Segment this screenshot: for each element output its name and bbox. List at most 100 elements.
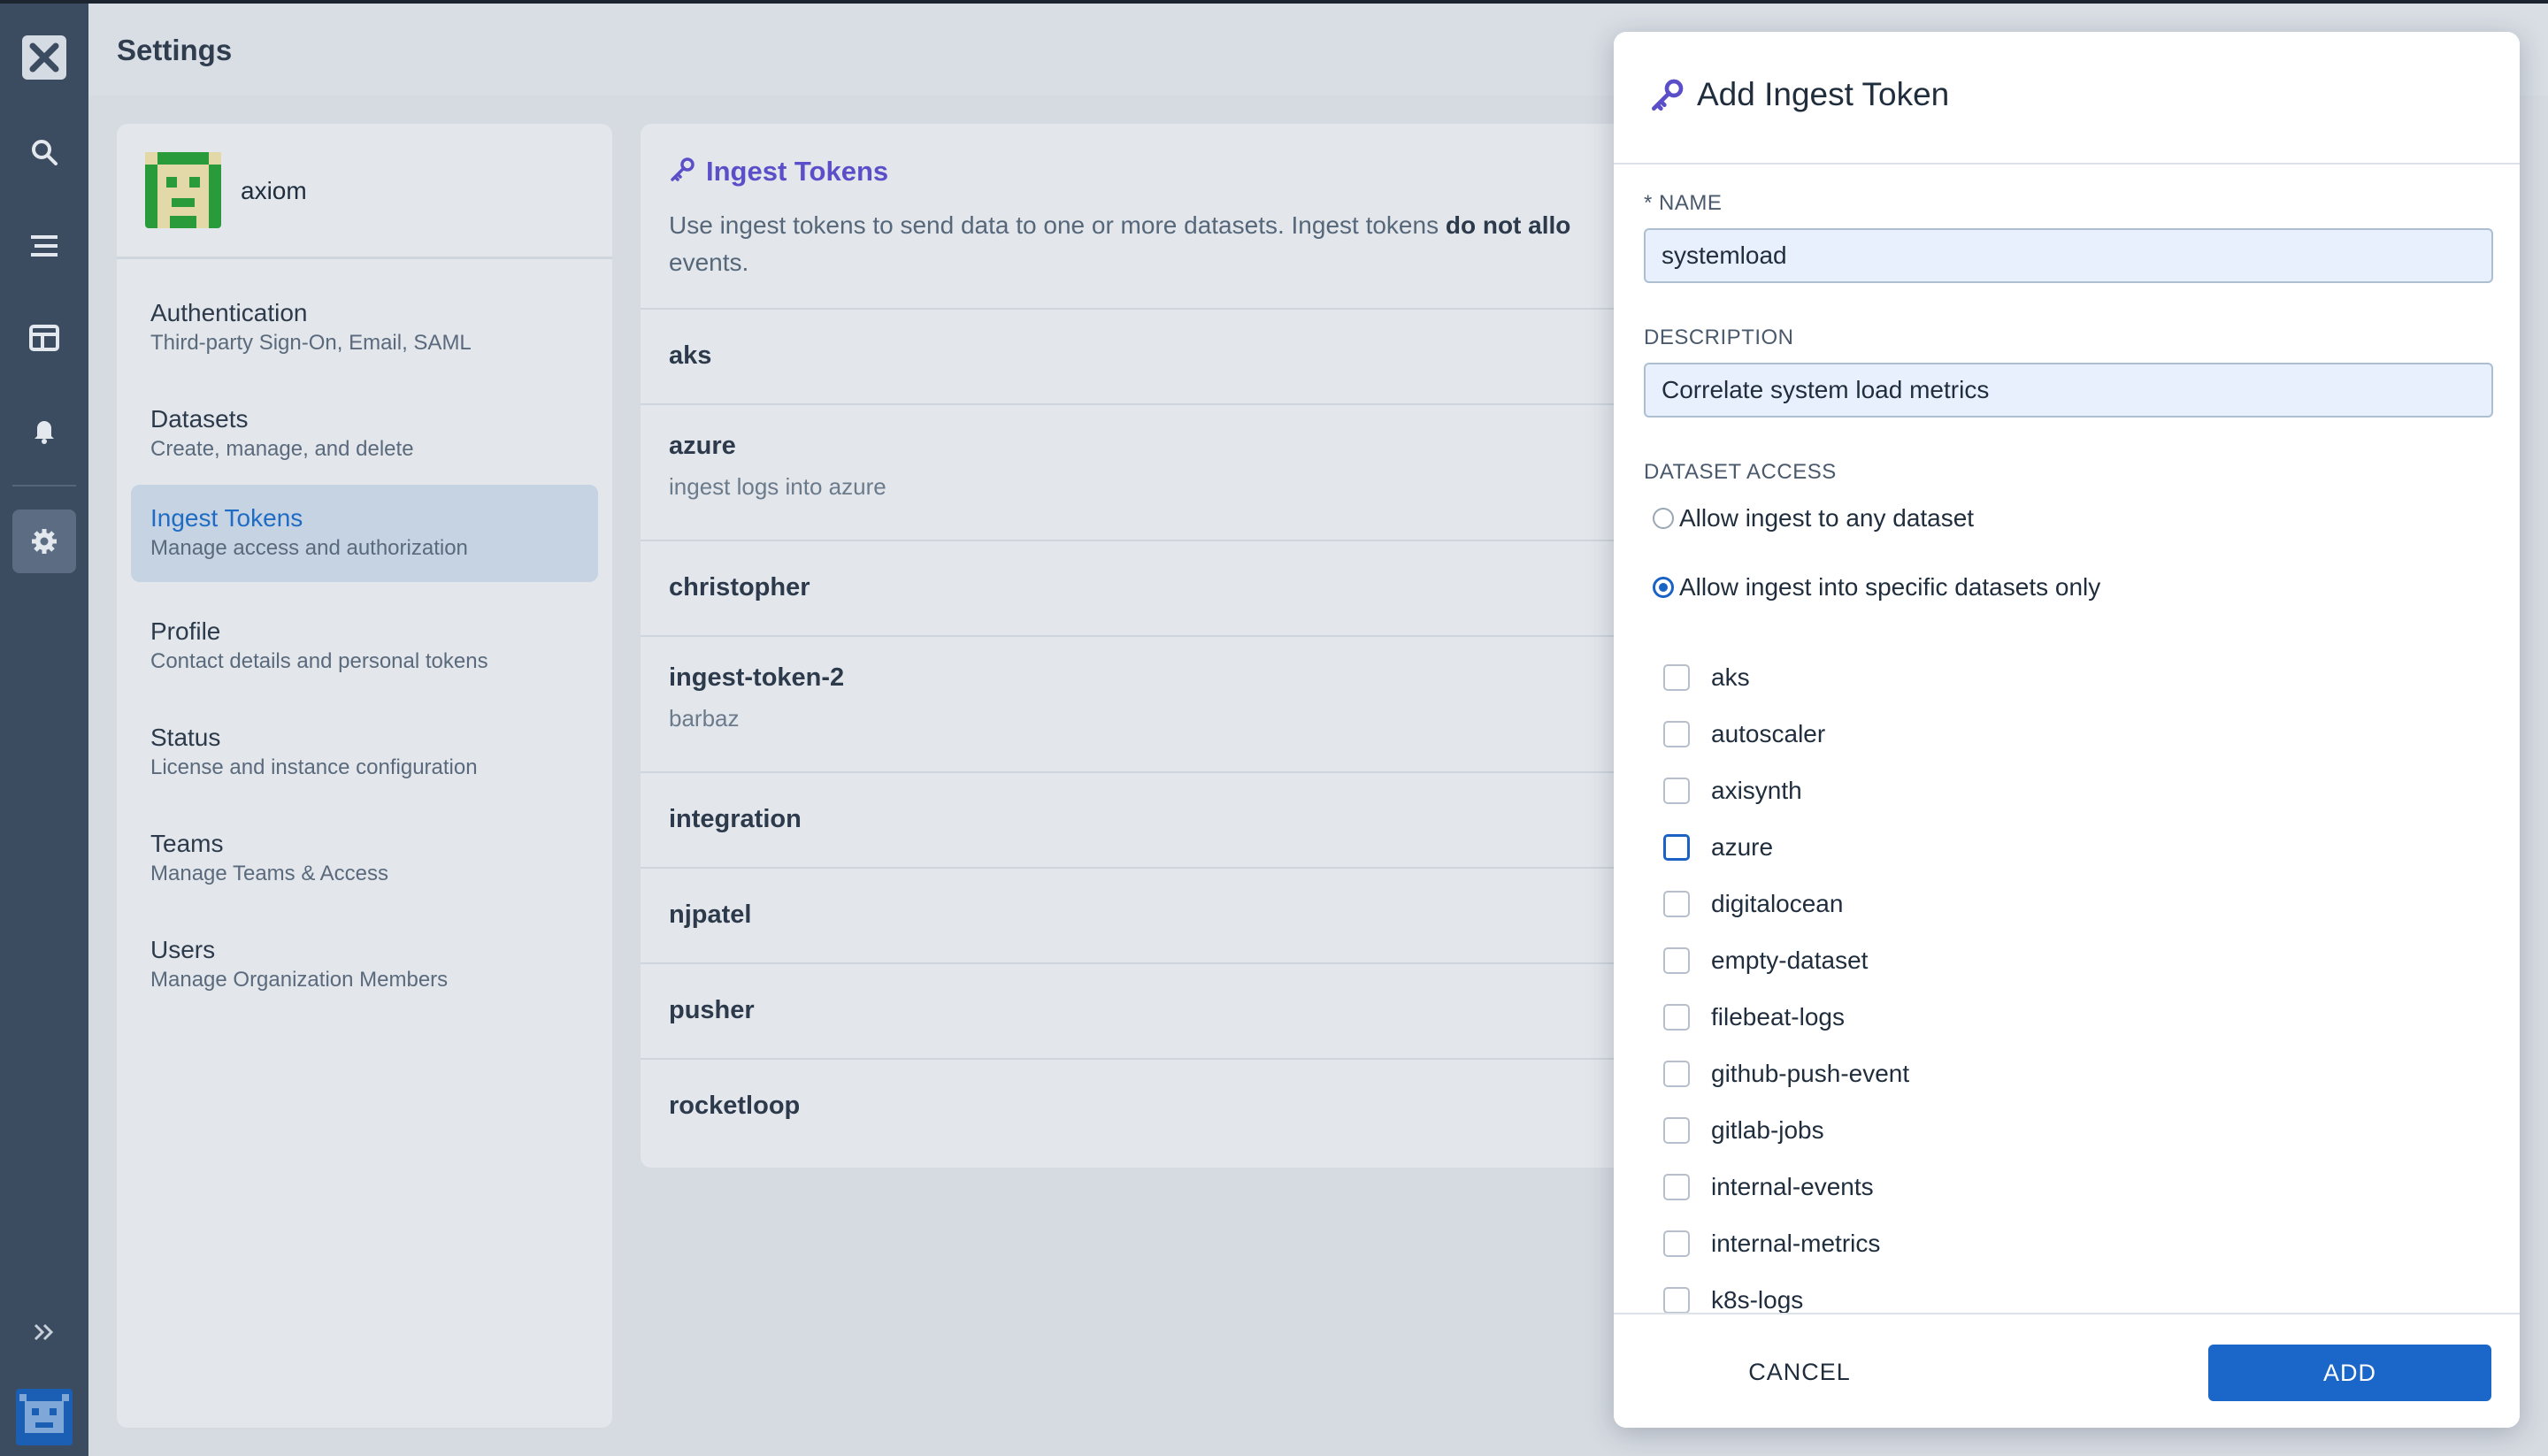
checkbox[interactable] xyxy=(1663,947,1690,974)
token-row[interactable]: christopher xyxy=(641,540,1631,635)
token-name: aks xyxy=(669,341,712,370)
nav-item-title: Teams xyxy=(150,830,224,857)
intro-bold-text: do not allo xyxy=(1445,211,1571,239)
token-name: pusher xyxy=(669,996,755,1024)
expand-icon[interactable] xyxy=(25,1313,64,1352)
dataset-option[interactable]: digitalocean xyxy=(1663,890,1843,918)
token-row[interactable]: integration xyxy=(641,771,1631,867)
nav-item-title: Profile xyxy=(150,617,221,645)
token-row[interactable]: aks xyxy=(641,308,1631,403)
token-description: barbaz xyxy=(669,705,740,732)
bell-icon[interactable] xyxy=(25,410,64,449)
nav-item-subtitle: Manage access and authorization xyxy=(150,536,468,560)
dataset-option[interactable]: internal-metrics xyxy=(1663,1230,1880,1258)
page-title: Settings xyxy=(117,34,233,66)
nav-item-datasets[interactable]: Datasets Create, manage, and delete xyxy=(131,386,598,483)
checkbox[interactable] xyxy=(1663,1004,1690,1031)
radio-circle[interactable] xyxy=(1653,508,1674,529)
ingest-tokens-intro: Use ingest tokens to send data to one or… xyxy=(669,207,1631,281)
axiom-logo-icon[interactable] xyxy=(22,35,66,80)
token-name: ingest-token-2 xyxy=(669,663,845,692)
dataset-option[interactable]: gitlab-jobs xyxy=(1663,1116,1824,1145)
dataset-option[interactable]: github-push-event xyxy=(1663,1060,1909,1088)
dataset-label: aks xyxy=(1711,663,1750,691)
dataset-label: azure xyxy=(1711,833,1774,861)
org-avatar xyxy=(145,152,221,228)
dataset-option[interactable]: k8s-logs xyxy=(1663,1286,1803,1314)
radio-allow-specific-datasets[interactable]: Allow ingest into specific datasets only xyxy=(1653,573,2100,602)
checkbox[interactable] xyxy=(1663,778,1690,804)
token-name: njpatel xyxy=(669,900,752,929)
stream-icon[interactable] xyxy=(25,226,64,265)
nav-item-subtitle: License and instance configuration xyxy=(150,755,478,779)
checkbox[interactable] xyxy=(1663,1287,1690,1314)
dataset-label: autoscaler xyxy=(1711,720,1826,747)
nav-item-title: Status xyxy=(150,724,221,751)
nav-item-title: Datasets xyxy=(150,405,249,433)
checkbox[interactable] xyxy=(1663,1230,1690,1257)
dialog-header: Add Ingest Token xyxy=(1614,32,2520,165)
ingest-tokens-title: Ingest Tokens xyxy=(706,156,889,187)
description-field[interactable] xyxy=(1644,363,2493,418)
dataset-option[interactable]: filebeat-logs xyxy=(1663,1003,1845,1031)
checkbox[interactable] xyxy=(1663,721,1690,747)
icon-rail xyxy=(0,0,88,1456)
token-row[interactable]: azure ingest logs into azure xyxy=(641,403,1631,540)
nav-item-ingest-tokens[interactable]: Ingest Tokens Manage access and authoriz… xyxy=(131,485,598,582)
gear-icon[interactable] xyxy=(25,522,64,561)
nav-item-subtitle: Manage Organization Members xyxy=(150,968,449,992)
cancel-button[interactable]: CANCEL xyxy=(1711,1345,1888,1399)
checkbox[interactable] xyxy=(1663,664,1690,691)
nav-item-subtitle: Third-party Sign-On, Email, SAML xyxy=(150,331,472,355)
dataset-option[interactable]: axisynth xyxy=(1663,777,1802,805)
settings-nav: axiom Authentication Third-party Sign-On… xyxy=(117,124,612,1428)
dataset-label: k8s-logs xyxy=(1711,1286,1804,1314)
add-button[interactable]: ADD xyxy=(2208,1345,2491,1401)
dataset-label: digitalocean xyxy=(1711,890,1844,917)
dataset-option[interactable]: azure xyxy=(1663,833,1773,862)
dataset-label: filebeat-logs xyxy=(1711,1003,1845,1031)
name-field[interactable] xyxy=(1644,228,2493,283)
dataset-label: internal-metrics xyxy=(1711,1230,1881,1257)
user-avatar[interactable] xyxy=(16,1389,73,1445)
radio-allow-any-dataset[interactable]: Allow ingest to any dataset xyxy=(1653,504,1974,533)
token-row[interactable]: ingest-token-2 barbaz xyxy=(641,635,1631,771)
add-ingest-token-dialog: Add Ingest Token * NAME DESCRIPTION DATA… xyxy=(1614,32,2520,1428)
token-row[interactable]: rocketloop xyxy=(641,1058,1631,1168)
nav-item-profile[interactable]: Profile Contact details and personal tok… xyxy=(131,598,598,695)
checkbox[interactable] xyxy=(1663,1061,1690,1087)
dialog-title: Add Ingest Token xyxy=(1697,76,1950,112)
nav-item-title: Ingest Tokens xyxy=(150,504,303,532)
description-label: DESCRIPTION xyxy=(1644,326,1794,349)
dataset-option[interactable]: internal-events xyxy=(1663,1173,1874,1201)
checkbox[interactable] xyxy=(1663,1117,1690,1144)
nav-item-title: Authentication xyxy=(150,299,308,326)
nav-item-users[interactable]: Users Manage Organization Members xyxy=(131,916,598,1014)
checkbox[interactable] xyxy=(1663,834,1690,861)
ingest-tokens-heading: Ingest Tokens xyxy=(669,156,888,188)
nav-item-teams[interactable]: Teams Manage Teams & Access xyxy=(131,810,598,908)
nav-item-status[interactable]: Status License and instance configuratio… xyxy=(131,704,598,801)
checkbox[interactable] xyxy=(1663,891,1690,917)
checkbox[interactable] xyxy=(1663,1174,1690,1200)
search-icon[interactable] xyxy=(25,133,64,172)
dataset-option[interactable]: aks xyxy=(1663,663,1750,692)
rail-divider xyxy=(12,485,76,487)
token-name: rocketloop xyxy=(669,1092,801,1120)
radio-circle[interactable] xyxy=(1653,577,1674,598)
dataset-checkbox-list[interactable]: aks autoscaler axisynth azure digitaloce… xyxy=(1614,642,2520,1346)
token-name: azure xyxy=(669,432,736,460)
dataset-option[interactable]: empty-dataset xyxy=(1663,946,1868,975)
ingest-tokens-panel: Ingest Tokens Use ingest tokens to send … xyxy=(641,124,1631,1168)
radio-label: Allow ingest to any dataset xyxy=(1679,504,1975,532)
token-name: integration xyxy=(669,805,802,833)
token-row[interactable]: pusher xyxy=(641,962,1631,1058)
nav-item-subtitle: Create, manage, and delete xyxy=(150,437,414,461)
dataset-access-label: DATASET ACCESS xyxy=(1644,460,1837,484)
nav-item-authentication[interactable]: Authentication Third-party Sign-On, Emai… xyxy=(131,280,598,377)
nav-item-title: Users xyxy=(150,936,216,963)
dataset-option[interactable]: autoscaler xyxy=(1663,720,1825,748)
dashboard-icon[interactable] xyxy=(25,318,64,357)
key-icon xyxy=(669,157,695,188)
token-row[interactable]: njpatel xyxy=(641,867,1631,962)
